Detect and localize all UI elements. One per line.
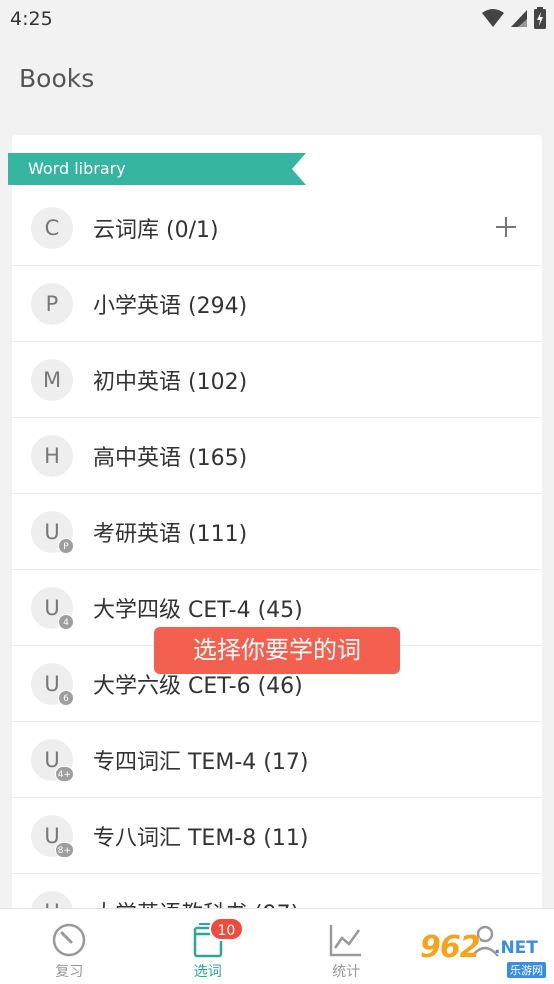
book-avatar: U 4+ xyxy=(31,738,74,782)
word-library-ribbon: Word library xyxy=(8,153,306,185)
ribbon-label: Word library xyxy=(28,159,126,178)
battery-icon xyxy=(534,7,546,29)
watermark-domain: .NET xyxy=(494,938,538,958)
book-row[interactable]: H 高中英语 (165) xyxy=(12,418,542,494)
tab-statistics[interactable]: 统计 xyxy=(277,909,416,984)
status-bar: 4:25 xyxy=(0,0,554,38)
book-row[interactable]: U 4+ 专四词汇 TEM-4 (17) xyxy=(12,722,542,798)
book-avatar: U6 xyxy=(31,662,74,706)
notification-badge: 10 xyxy=(208,917,245,941)
chart-icon xyxy=(327,921,365,959)
book-avatar: U 8+ xyxy=(31,814,74,858)
site-watermark: 962 .NET 乐游网 xyxy=(410,930,548,978)
avatar-letter: M xyxy=(42,367,62,392)
avatar-letter: C xyxy=(44,215,60,240)
avatar-letter: H xyxy=(44,443,60,468)
add-icon[interactable] xyxy=(494,215,518,239)
book-name: 考研英语 (111) xyxy=(93,521,248,547)
book-name: 高中英语 (165) xyxy=(93,445,248,471)
book-name: 专四词汇 TEM-4 (17) xyxy=(93,749,309,775)
book-name: 专八词汇 TEM-8 (11) xyxy=(93,825,309,851)
book-avatar: H xyxy=(31,434,73,477)
book-name: 初中英语 (102) xyxy=(93,369,248,395)
book-row[interactable]: U 8+ 专八词汇 TEM-8 (11) xyxy=(12,798,542,874)
book-avatar: C xyxy=(31,206,73,249)
page-title: Books xyxy=(19,64,95,93)
watermark-subtitle: 乐游网 xyxy=(507,962,546,978)
tab-label: 选词 xyxy=(193,964,222,980)
level-badge: 4 xyxy=(58,613,74,630)
book-list: C 云词库 (0/1) P 小学英语 (294) M 初中英语 (102) H … xyxy=(12,190,542,950)
level-badge: 8+ xyxy=(54,841,74,858)
tab-label: 复习 xyxy=(55,964,84,980)
book-name: 大学四级 CET-4 (45) xyxy=(93,597,303,623)
book-avatar: UP xyxy=(31,510,74,554)
status-time: 4:25 xyxy=(10,8,53,30)
watermark-number: 962 xyxy=(420,930,481,965)
status-icons xyxy=(482,7,546,29)
toast-message: 选择你要学的词 xyxy=(154,627,400,674)
tab-select-words[interactable]: 选词 10 xyxy=(139,909,278,984)
avatar-letter: P xyxy=(45,291,59,316)
book-avatar: U4 xyxy=(31,586,74,630)
book-avatar: M xyxy=(31,358,73,401)
book-row[interactable]: UP 考研英语 (111) xyxy=(12,494,542,570)
wifi-icon xyxy=(482,9,504,27)
signal-icon xyxy=(511,10,527,27)
book-row[interactable]: M 初中英语 (102) xyxy=(12,342,542,418)
avatar-letter: U xyxy=(44,595,60,620)
book-name: 云词库 (0/1) xyxy=(93,217,219,243)
avatar-letter: U xyxy=(44,671,60,696)
level-badge: P xyxy=(58,537,74,554)
avatar-letter: U xyxy=(44,519,60,544)
tab-label: 统计 xyxy=(332,964,361,980)
level-badge: 4+ xyxy=(54,765,74,782)
gauge-icon xyxy=(50,921,88,959)
tab-review[interactable]: 复习 xyxy=(0,909,139,984)
level-badge: 6 xyxy=(58,689,74,706)
book-name: 小学英语 (294) xyxy=(93,293,248,319)
book-avatar: P xyxy=(31,282,73,325)
book-row[interactable]: P 小学英语 (294) xyxy=(12,266,542,342)
book-row-cloud[interactable]: C 云词库 (0/1) xyxy=(12,190,542,266)
